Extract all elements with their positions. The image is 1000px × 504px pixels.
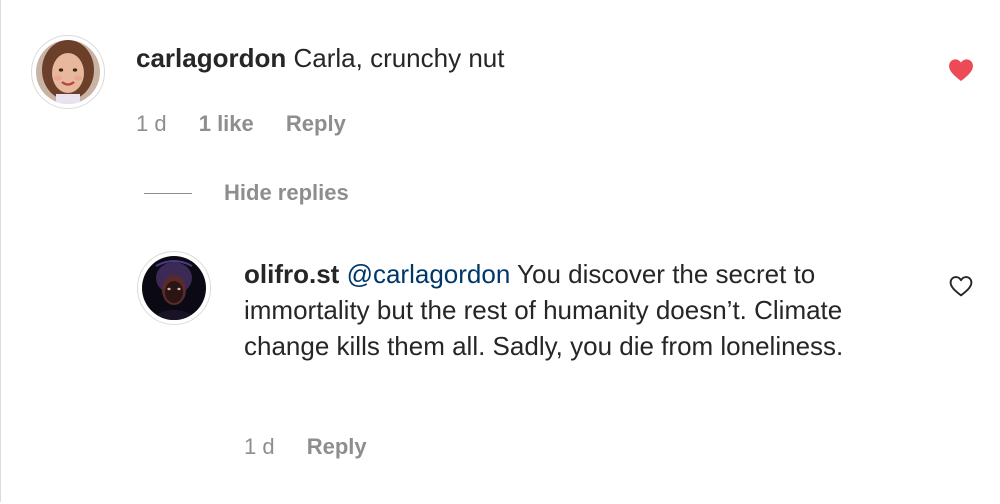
comment-like-count[interactable]: 1 like: [199, 111, 254, 137]
reply-body: olifro.st @carlagordon You discover the …: [244, 256, 924, 364]
divider: [144, 192, 192, 194]
hide-replies-button[interactable]: Hide replies: [144, 180, 349, 206]
comment-meta: 1 d 1 like Reply: [136, 111, 346, 137]
comment-thread: carlagordon Carla, crunchy nut 1 d 1 lik…: [0, 0, 999, 502]
reply-timestamp: 1 d: [244, 434, 275, 459]
reply-username[interactable]: olifro.st: [244, 259, 339, 289]
heart-filled-icon[interactable]: [948, 58, 974, 82]
reply-meta: 1 d Reply: [244, 434, 367, 460]
reply-mention[interactable]: @carlagordon: [347, 259, 511, 289]
comment-body: carlagordon Carla, crunchy nut: [136, 40, 504, 76]
avatar[interactable]: [137, 251, 211, 325]
heart-outline-icon[interactable]: [949, 275, 973, 297]
comment-timestamp: 1 d: [136, 111, 167, 136]
hide-replies-label: Hide replies: [224, 180, 349, 205]
reply-button[interactable]: Reply: [286, 111, 346, 137]
comment-text: Carla, crunchy nut: [293, 43, 505, 73]
avatar[interactable]: [31, 35, 105, 109]
reply-button[interactable]: Reply: [307, 434, 367, 460]
comment-username[interactable]: carlagordon: [136, 43, 286, 73]
